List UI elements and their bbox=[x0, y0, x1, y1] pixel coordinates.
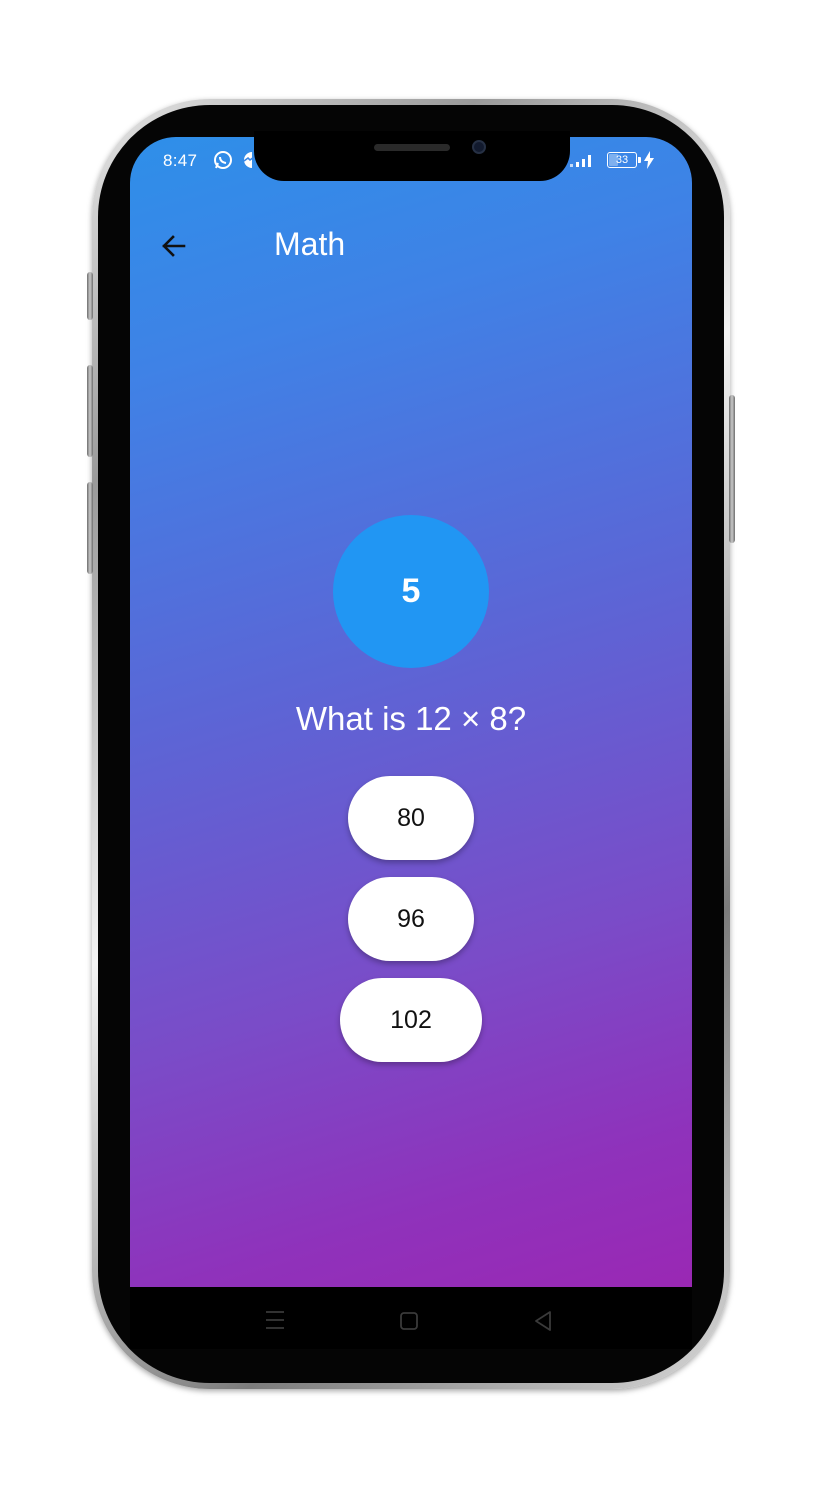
answer-button[interactable]: 80 bbox=[348, 776, 474, 860]
phone-notch bbox=[254, 131, 570, 181]
battery-level: 33 bbox=[615, 154, 629, 166]
answer-button[interactable]: 102 bbox=[340, 978, 482, 1062]
status-time: 8:47 bbox=[163, 151, 198, 170]
home-icon[interactable] bbox=[399, 1311, 419, 1336]
whatsapp-icon bbox=[213, 150, 233, 175]
front-camera bbox=[472, 140, 486, 154]
phone-volume-up-button bbox=[87, 365, 93, 457]
back-icon[interactable] bbox=[533, 1310, 553, 1337]
question-text: What is 12 × 8? bbox=[295, 700, 527, 737]
messenger-icon bbox=[242, 150, 258, 175]
phone-power-button bbox=[729, 395, 735, 543]
charging-icon bbox=[644, 151, 654, 174]
page-title: Math bbox=[274, 226, 346, 262]
phone-volume-down-button bbox=[87, 482, 93, 574]
phone-side-button bbox=[87, 272, 93, 320]
mockup-stage: 8:47 33 Math 5 What is 12 × 8? 80 96 102 bbox=[0, 0, 823, 1490]
earpiece-speaker bbox=[374, 144, 450, 151]
signal-icon bbox=[570, 152, 596, 173]
countdown-timer: 5 bbox=[333, 515, 489, 668]
menu-icon[interactable] bbox=[264, 1309, 286, 1336]
battery-tip bbox=[638, 157, 641, 163]
answer-button[interactable]: 96 bbox=[348, 877, 474, 961]
battery-icon: 33 bbox=[607, 152, 637, 168]
arrow-left-icon[interactable] bbox=[158, 230, 190, 262]
